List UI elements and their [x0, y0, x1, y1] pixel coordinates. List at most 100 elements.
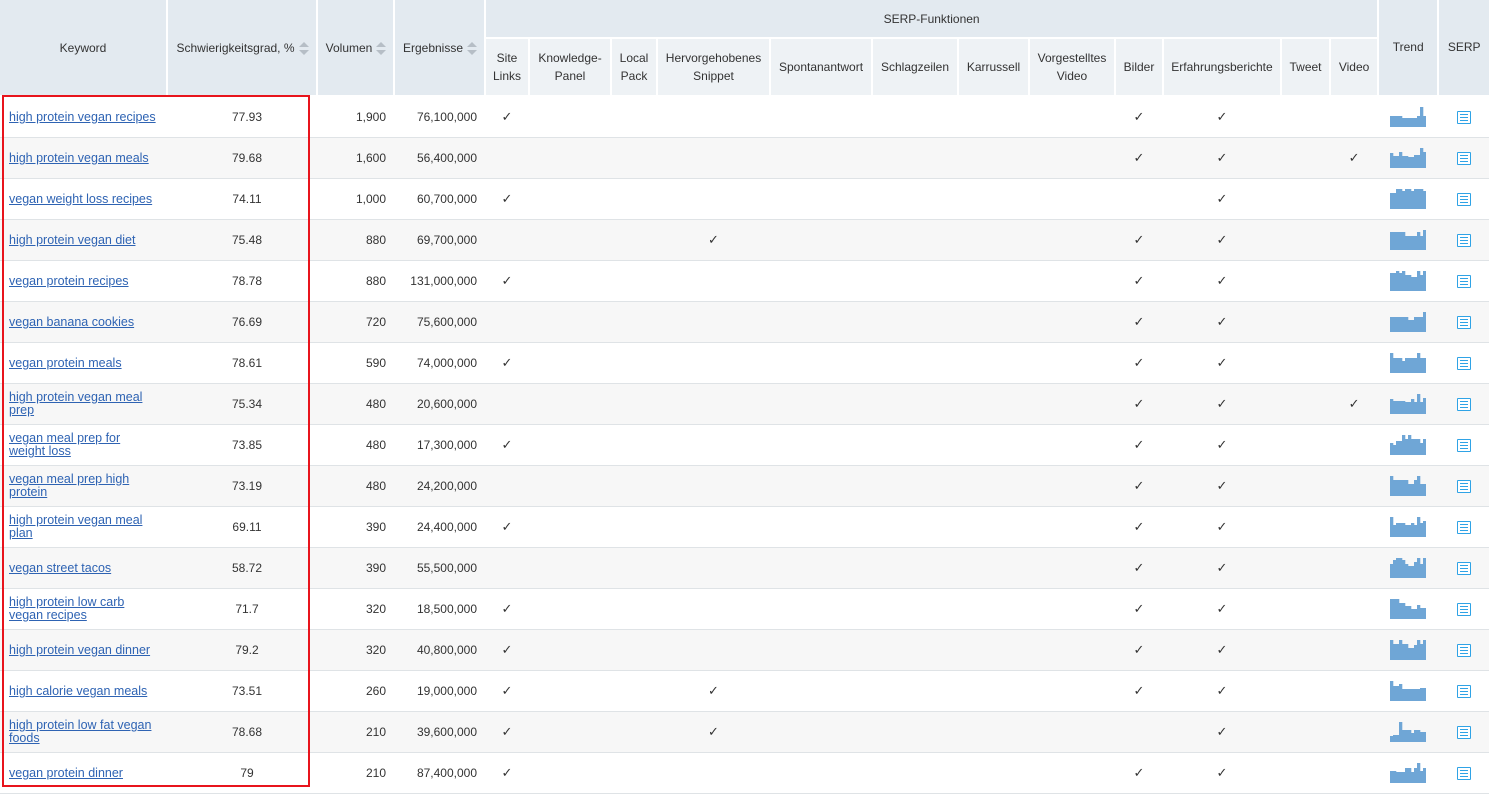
- cell-featured-video: [1029, 752, 1115, 794]
- serp-list-icon[interactable]: [1456, 357, 1471, 371]
- serp-list-icon[interactable]: [1456, 767, 1471, 781]
- cell-local-pack: [611, 260, 657, 302]
- keyword-link[interactable]: high protein vegan dinner: [9, 644, 159, 657]
- cell-images: ✓: [1115, 670, 1163, 712]
- header-label: Vorgestelltes: [1037, 51, 1107, 65]
- serp-list-icon[interactable]: [1456, 644, 1471, 658]
- column-header-carousel: Karrussell: [958, 38, 1030, 97]
- checkmark-icon: ✓: [501, 765, 513, 780]
- cell-instant-answer: [770, 219, 872, 261]
- column-header-results[interactable]: Ergebnisse: [394, 0, 486, 97]
- column-header-volume[interactable]: Volumen: [317, 0, 395, 97]
- cell-keyword: vegan banana cookies: [0, 301, 167, 343]
- keyword-link[interactable]: high protein vegan meals: [9, 152, 159, 165]
- keyword-link[interactable]: vegan street tacos: [9, 562, 159, 575]
- serp-list-icon[interactable]: [1456, 726, 1471, 740]
- column-group-serp-features: SERP-Funktionen: [485, 0, 1380, 39]
- keyword-link[interactable]: vegan banana cookies: [9, 316, 159, 329]
- cell-carousel: [958, 424, 1029, 466]
- cell-featured-video: [1029, 178, 1115, 220]
- cell-video: [1330, 465, 1379, 507]
- keyword-link[interactable]: vegan weight loss recipes: [9, 193, 159, 206]
- keyword-link[interactable]: high calorie vegan meals: [9, 685, 159, 698]
- keyword-link[interactable]: high protein vegan diet: [9, 234, 159, 247]
- cell-difficulty: 78.78: [167, 260, 317, 302]
- keyword-link[interactable]: vegan meal prep for weight loss: [9, 432, 159, 458]
- serp-list-icon[interactable]: [1456, 521, 1471, 535]
- serp-list-icon[interactable]: [1456, 603, 1471, 617]
- cell-site-links: [485, 383, 529, 425]
- keyword-link[interactable]: high protein vegan meal plan: [9, 514, 159, 540]
- cell-featured-snippet: [657, 424, 770, 466]
- trend-bar: [1423, 484, 1427, 496]
- serp-list-icon[interactable]: [1456, 152, 1471, 166]
- column-header-video: Video: [1330, 38, 1380, 97]
- trend-bar: [1405, 439, 1409, 455]
- trend-bar: [1420, 236, 1424, 250]
- sort-icon[interactable]: [298, 41, 309, 55]
- serp-list-icon[interactable]: [1456, 316, 1471, 330]
- cell-site-links: ✓: [485, 342, 529, 384]
- checkmark-icon: ✓: [1216, 683, 1228, 698]
- cell-volume: 320: [317, 588, 394, 630]
- cell-results: 55,500,000: [394, 547, 485, 589]
- cell-reviews: ✓: [1163, 178, 1281, 220]
- header-label: Karrussell: [966, 60, 1021, 74]
- serp-list-icon[interactable]: [1456, 480, 1471, 494]
- keyword-link[interactable]: high protein vegan recipes: [9, 111, 159, 124]
- cell-featured-snippet: [657, 260, 770, 302]
- cell-keyword: vegan meal prep high protein: [0, 465, 167, 507]
- trend-bar: [1417, 394, 1421, 414]
- keyword-link[interactable]: high protein low carb vegan recipes: [9, 596, 159, 622]
- serp-list-icon[interactable]: [1456, 111, 1471, 125]
- trend-bar: [1408, 320, 1412, 332]
- column-header-instant-answer: Spontanantwort: [770, 38, 873, 97]
- trend-bar: [1405, 236, 1409, 250]
- column-header-keyword[interactable]: Keyword: [0, 0, 168, 97]
- cell-tweet: [1281, 219, 1330, 261]
- trend-bar: [1396, 523, 1400, 537]
- cell-knowledge-panel: [529, 588, 611, 630]
- cell-featured-snippet: [657, 96, 770, 138]
- cell-reviews: ✓: [1163, 137, 1281, 179]
- serp-list-icon[interactable]: [1456, 685, 1471, 699]
- cell-trend: [1378, 711, 1439, 753]
- cell-instant-answer: [770, 752, 872, 794]
- serp-list-icon[interactable]: [1456, 398, 1471, 412]
- trend-bar: [1423, 558, 1427, 578]
- cell-difficulty: 73.51: [167, 670, 317, 712]
- serp-list-icon[interactable]: [1456, 275, 1471, 289]
- trend-bar: [1405, 730, 1409, 742]
- serp-list-icon[interactable]: [1456, 562, 1471, 576]
- cell-difficulty: 73.85: [167, 424, 317, 466]
- checkmark-icon: ✓: [1133, 683, 1145, 698]
- keyword-link[interactable]: vegan protein dinner: [9, 767, 159, 780]
- column-header-difficulty[interactable]: Schwierigkeitsgrad, %: [167, 0, 318, 97]
- header-label: Hervorgehobenes: [665, 51, 762, 65]
- keyword-link[interactable]: high protein low fat vegan foods: [9, 719, 159, 745]
- cell-featured-video: [1029, 342, 1115, 384]
- cell-serp: [1438, 629, 1489, 671]
- cell-video: [1330, 96, 1379, 138]
- header-label: Video: [1056, 69, 1088, 83]
- sort-icon[interactable]: [467, 41, 478, 55]
- serp-list-icon[interactable]: [1456, 234, 1471, 248]
- trend-bar: [1417, 271, 1421, 291]
- keyword-link[interactable]: high protein vegan meal prep: [9, 391, 159, 417]
- trend-bar: [1408, 606, 1412, 619]
- trend-bar: [1390, 599, 1394, 619]
- keyword-link[interactable]: vegan protein meals: [9, 357, 159, 370]
- cell-trend: [1378, 383, 1439, 425]
- trend-bar: [1402, 560, 1406, 578]
- cell-volume: 210: [317, 711, 394, 753]
- cell-keyword: high protein low carb vegan recipes: [0, 588, 167, 630]
- cell-keyword: vegan weight loss recipes: [0, 178, 167, 220]
- trend-bar: [1393, 599, 1397, 619]
- trend-bar: [1405, 118, 1409, 127]
- cell-video: [1330, 178, 1379, 220]
- keyword-link[interactable]: vegan protein recipes: [9, 275, 159, 288]
- serp-list-icon[interactable]: [1456, 193, 1471, 207]
- sort-icon[interactable]: [376, 41, 387, 55]
- keyword-link[interactable]: vegan meal prep high protein: [9, 473, 159, 499]
- serp-list-icon[interactable]: [1456, 439, 1471, 453]
